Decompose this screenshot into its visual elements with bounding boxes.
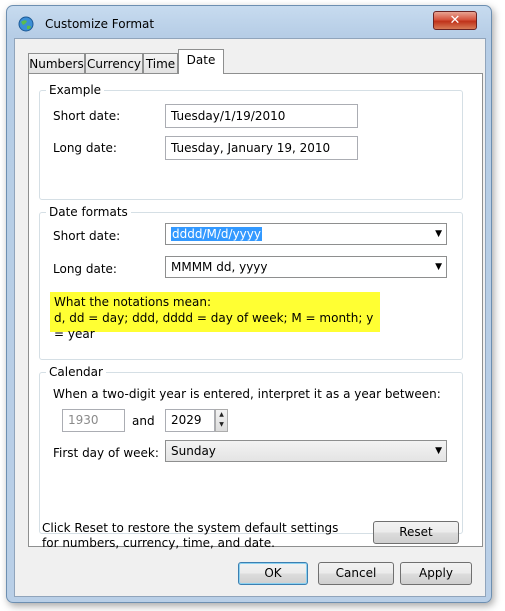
chevron-down-icon[interactable]: ▼ xyxy=(435,224,442,244)
calendar-group: Calendar When a two-digit year is entere… xyxy=(39,365,463,534)
chevron-down-icon[interactable]: ▼ xyxy=(435,441,442,461)
dialog-body: Numbers Currency Time Date Example Short… xyxy=(14,38,486,597)
cancel-button[interactable]: Cancel xyxy=(318,562,394,585)
first-day-of-week-label: First day of week: xyxy=(53,446,159,460)
reset-description: Click Reset to restore the system defaul… xyxy=(42,521,339,550)
tab-time[interactable]: Time xyxy=(143,53,178,73)
tab-date[interactable]: Date xyxy=(178,49,224,74)
close-icon: ✕ xyxy=(449,13,461,28)
two-digit-year-label: When a two-digit year is entered, interp… xyxy=(53,387,441,401)
year-end-spinner[interactable]: ▲ ▼ xyxy=(215,409,228,432)
example-legend: Example xyxy=(46,83,105,97)
date-formats-legend: Date formats xyxy=(46,205,131,219)
notation-hint-title: What the notations mean: xyxy=(54,295,211,309)
short-date-format-label: Short date: xyxy=(53,229,121,243)
calendar-legend: Calendar xyxy=(46,365,106,379)
example-long-date-field: Tuesday, January 19, 2010 xyxy=(165,136,358,160)
spin-down-icon[interactable]: ▼ xyxy=(216,420,227,430)
chevron-down-icon[interactable]: ▼ xyxy=(435,257,442,277)
spin-up-icon[interactable]: ▲ xyxy=(216,410,227,420)
first-day-of-week-value[interactable]: Sunday xyxy=(171,441,216,461)
long-date-format-value[interactable]: MMMM dd, yyyy xyxy=(171,257,268,277)
example-group: Example Short date: Tuesday/1/19/2010 Lo… xyxy=(39,83,463,200)
reset-button[interactable]: Reset xyxy=(373,521,459,544)
ok-button[interactable]: OK xyxy=(238,562,308,585)
close-button[interactable]: ✕ xyxy=(433,11,477,30)
tab-currency[interactable]: Currency xyxy=(85,53,143,73)
short-date-format-combo[interactable]: dddd/M/d/yyyy ▼ xyxy=(165,223,447,245)
example-short-date-label: Short date: xyxy=(53,109,121,123)
long-date-format-combo[interactable]: MMMM dd, yyyy ▼ xyxy=(165,256,447,278)
first-day-of-week-combo[interactable]: Sunday ▼ xyxy=(165,440,447,462)
short-date-format-value[interactable]: dddd/M/d/yyyy xyxy=(171,227,262,241)
date-formats-group: Date formats Short date: dddd/M/d/yyyy ▼… xyxy=(39,205,463,360)
and-label: and xyxy=(132,414,155,428)
customize-format-window: Customize Format ✕ Numbers Currency Time… xyxy=(6,5,492,603)
year-end-field[interactable]: 2029 xyxy=(165,409,215,432)
title-bar[interactable]: Customize Format ✕ xyxy=(7,6,491,38)
notation-hint: What the notations mean: d, dd = day; dd… xyxy=(50,292,380,341)
year-start-field: 1930 xyxy=(62,409,125,432)
example-long-date-label: Long date: xyxy=(53,141,117,155)
window-title: Customize Format xyxy=(45,17,155,31)
long-date-format-label: Long date: xyxy=(53,262,117,276)
example-short-date-field: Tuesday/1/19/2010 xyxy=(165,104,358,128)
globe-icon xyxy=(18,16,34,32)
apply-button[interactable]: Apply xyxy=(400,562,472,585)
date-tab-panel: Example Short date: Tuesday/1/19/2010 Lo… xyxy=(28,73,483,547)
tab-numbers[interactable]: Numbers xyxy=(28,53,85,73)
notation-hint-body: d, dd = day; ddd, dddd = day of week; M … xyxy=(54,311,374,341)
